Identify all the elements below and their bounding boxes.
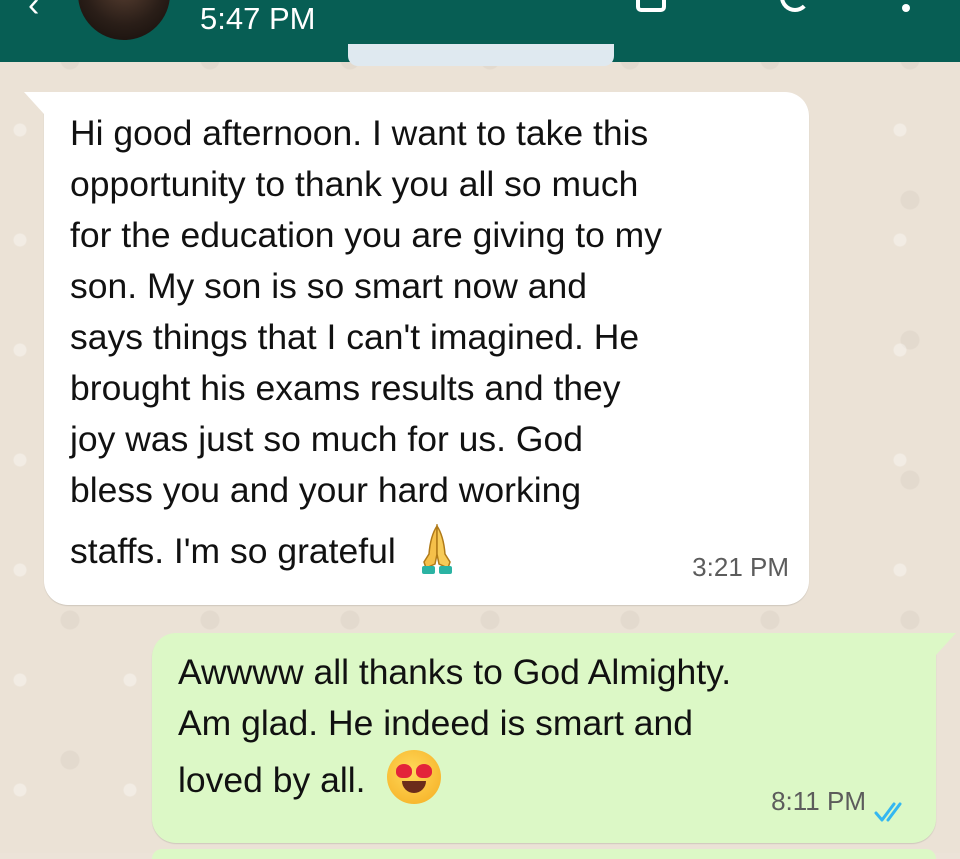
date-separator-chip [348, 44, 614, 66]
message-line: Awwww all thanks to God Almighty. [178, 652, 732, 692]
outgoing-message-bubble[interactable]: Awwww all thanks to God Almighty. Am gla… [152, 633, 956, 843]
message-line-with-emoji: staffs. I'm so grateful [70, 523, 789, 580]
message-line: loved by all. [178, 760, 366, 800]
contact-status-text: 5:47 PM [200, 1, 316, 36]
message-timestamp: 8:11 PM [771, 786, 866, 816]
message-line: staffs. I'm so grateful [70, 531, 396, 571]
folded-hands-emoji-icon [421, 523, 452, 574]
message-line: Hi good afternoon. I want to take this [70, 113, 649, 153]
incoming-message-bubble[interactable]: Hi good afternoon. I want to take this o… [24, 92, 809, 605]
more-options-icon[interactable] [902, 4, 910, 12]
message-line: opportunity to thank you all so much [70, 164, 639, 204]
message-timestamp: 3:21 PM [692, 552, 789, 582]
message-line: son. My son is so smart now and [70, 266, 587, 306]
video-call-icon[interactable] [636, 0, 666, 12]
contact-avatar[interactable] [78, 0, 170, 40]
read-receipt-double-check-icon [874, 802, 902, 822]
message-line: joy was just so much for us. God [70, 419, 583, 459]
heart-eyes-emoji-icon [387, 749, 442, 804]
message-line: for the education you are giving to my [70, 215, 663, 255]
voice-call-icon[interactable] [780, 0, 810, 12]
message-line: Am glad. He indeed is smart and [178, 703, 694, 743]
message-line: says things that I can't imagined. He [70, 317, 640, 357]
message-line: bless you and your hard working [70, 470, 582, 510]
back-arrow-icon[interactable]: ‹ [28, 0, 50, 22]
next-message-bubble-edge [152, 849, 936, 859]
message-line: brought his exams results and they [70, 368, 621, 408]
